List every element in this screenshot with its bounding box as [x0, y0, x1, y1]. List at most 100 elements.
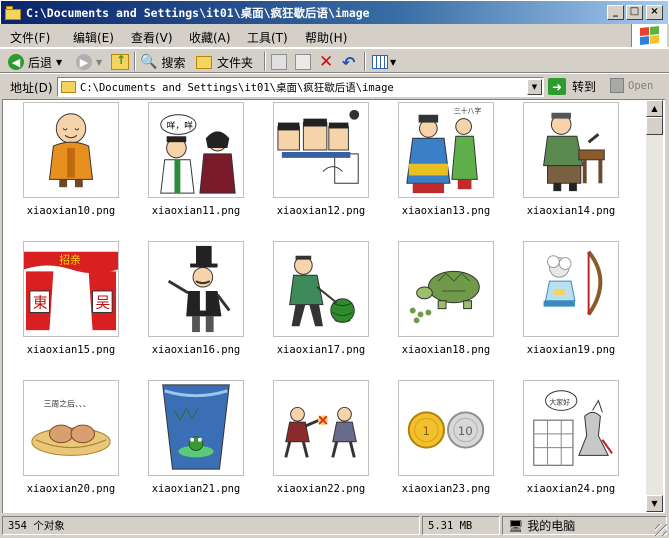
file-name[interactable]: xiaoxian15.png: [3, 344, 139, 356]
vertical-scrollbar[interactable]: ▲ ▼: [646, 100, 663, 512]
file-name[interactable]: xiaoxian18.png: [378, 344, 514, 356]
chevron-down-icon[interactable]: ▼: [96, 58, 102, 67]
file-name[interactable]: xiaoxian10.png: [3, 205, 139, 217]
search-button[interactable]: 🔍 搜索: [140, 52, 185, 72]
file-name[interactable]: xiaoxian12.png: [253, 205, 389, 217]
move-to-button[interactable]: [271, 52, 287, 72]
total-size: 5.31 MB: [422, 516, 500, 535]
close-button[interactable]: ×: [646, 5, 663, 20]
resize-grip[interactable]: [655, 524, 667, 536]
file-name[interactable]: xiaoxian13.png: [378, 205, 514, 217]
title-bar[interactable]: C:\Documents and Settings\it01\桌面\疯狂歇后语\…: [0, 0, 669, 24]
scroll-down-button[interactable]: ▼: [646, 495, 663, 512]
copy-to-button[interactable]: [295, 52, 311, 72]
file-name[interactable]: xiaoxian22.png: [253, 483, 389, 495]
file-name[interactable]: xiaoxian23.png: [378, 483, 514, 495]
svg-text:大家好: 大家好: [549, 398, 570, 407]
svg-text:東: 東: [33, 295, 48, 312]
file-item[interactable]: 三周之后、、、 xiaoxian20.png: [3, 380, 128, 510]
file-item[interactable]: xiaoxian10.png: [3, 102, 128, 232]
location-panel: 🖥 我的电脑: [502, 516, 667, 535]
file-item[interactable]: 三十八字 xiaoxian13.png: [378, 102, 503, 232]
file-name[interactable]: xiaoxian17.png: [253, 344, 389, 356]
svg-text:10: 10: [458, 424, 473, 438]
file-name[interactable]: xiaoxian24.png: [503, 483, 639, 495]
views-icon: [372, 55, 388, 69]
file-view[interactable]: xiaoxian10.png 咩，咩 xiaoxian11.png xiaoxian1…: [2, 99, 665, 513]
back-button[interactable]: ◀ 后退 ▼: [8, 52, 62, 72]
file-name[interactable]: xiaoxian11.png: [128, 205, 264, 217]
copy-to-icon: [295, 54, 311, 70]
file-item[interactable]: 招亲東吴 xiaoxian15.png: [3, 241, 128, 371]
svg-text:招亲: 招亲: [59, 254, 81, 267]
window-title: C:\Documents and Settings\it01\桌面\疯狂歇后语\…: [26, 5, 370, 20]
file-thumbnail[interactable]: 招亲東 吴: [23, 241, 119, 337]
file-item[interactable]: xiaoxian12.png: [253, 102, 378, 232]
undo-button[interactable]: ↶: [342, 52, 355, 72]
views-button[interactable]: ▼: [372, 52, 396, 72]
delete-button[interactable]: ✕: [319, 52, 333, 72]
file-item[interactable]: xiaoxian19.png: [503, 241, 628, 371]
chevron-down-icon[interactable]: ▼: [390, 58, 396, 67]
maximize-button[interactable]: □: [626, 5, 643, 20]
file-item[interactable]: xiaoxian14.png: [503, 102, 628, 232]
file-item[interactable]: 咩，咩 xiaoxian11.png: [128, 102, 253, 232]
file-item[interactable]: xiaoxian17.png: [253, 241, 378, 371]
svg-text:三十八字: 三十八字: [454, 106, 482, 115]
menu-bar: 文件(F) 编辑(E) 查看(V) 收藏(A) 工具(T) 帮助(H): [0, 24, 669, 48]
delete-x-icon: ✕: [319, 52, 334, 72]
svg-text:咩，咩: 咩，咩: [167, 119, 194, 131]
folders-button[interactable]: 文件夹: [196, 52, 253, 72]
file-item[interactable]: xiaoxian22.png: [253, 380, 378, 510]
file-thumbnail[interactable]: 大家好: [523, 380, 619, 476]
windows-flag-icon: [639, 25, 660, 45]
file-item[interactable]: 大家好 xiaoxian24.png: [503, 380, 628, 510]
minimize-button[interactable]: _: [607, 5, 624, 20]
menu-help[interactable]: 帮助(H): [305, 29, 347, 46]
file-thumbnail[interactable]: [148, 241, 244, 337]
svg-text:1: 1: [423, 424, 430, 438]
file-item[interactable]: xiaoxian18.png: [378, 241, 503, 371]
file-item[interactable]: 1 10 xiaoxian23.png: [378, 380, 503, 510]
file-name[interactable]: xiaoxian14.png: [503, 205, 639, 217]
svg-text:吴: 吴: [95, 295, 110, 312]
file-thumbnail[interactable]: 1 10: [398, 380, 494, 476]
menu-view[interactable]: 查看(V): [131, 29, 173, 46]
file-name[interactable]: xiaoxian21.png: [128, 483, 264, 495]
file-thumbnail[interactable]: [273, 241, 369, 337]
address-value: C:\Documents and Settings\it01\桌面\疯狂歇后语\…: [80, 81, 394, 94]
chevron-down-icon[interactable]: ▼: [56, 58, 62, 67]
go-button[interactable]: ➜ 转到: [548, 78, 596, 95]
file-thumbnail[interactable]: [148, 380, 244, 476]
menu-file[interactable]: 文件(F): [10, 29, 50, 46]
file-item[interactable]: xiaoxian21.png: [128, 380, 253, 510]
search-icon: 🔍: [140, 54, 158, 70]
forward-button[interactable]: ▶ ▼: [76, 52, 102, 72]
scroll-up-button[interactable]: ▲: [646, 100, 663, 117]
file-thumbnail[interactable]: [23, 102, 119, 198]
open-button[interactable]: Open: [610, 78, 653, 93]
file-thumbnail[interactable]: 咩，咩: [148, 102, 244, 198]
file-thumbnail[interactable]: 三周之后、、、: [23, 380, 119, 476]
file-item[interactable]: xiaoxian16.png: [128, 241, 253, 371]
computer-icon: 🖥: [508, 518, 524, 533]
folder-up-icon: ↑: [111, 53, 129, 70]
file-thumbnail[interactable]: [273, 102, 369, 198]
status-bar: 354 个对象 5.31 MB 🖥 我的电脑: [0, 513, 669, 538]
menu-edit[interactable]: 编辑(E): [73, 29, 114, 46]
address-dropdown-button[interactable]: ▼: [527, 79, 542, 95]
file-thumbnail[interactable]: [398, 241, 494, 337]
file-name[interactable]: xiaoxian16.png: [128, 344, 264, 356]
scroll-thumb[interactable]: [646, 117, 663, 135]
menu-tools[interactable]: 工具(T): [247, 29, 288, 46]
file-name[interactable]: xiaoxian19.png: [503, 344, 639, 356]
file-name[interactable]: xiaoxian20.png: [3, 483, 139, 495]
file-thumbnail[interactable]: 三十八字: [398, 102, 494, 198]
object-count: 354 个对象: [2, 516, 420, 535]
menu-favorites[interactable]: 收藏(A): [189, 29, 231, 46]
address-input[interactable]: C:\Documents and Settings\it01\桌面\疯狂歇后语\…: [57, 77, 544, 97]
up-folder-button[interactable]: ↑: [111, 52, 129, 72]
file-thumbnail[interactable]: [273, 380, 369, 476]
file-thumbnail[interactable]: [523, 102, 619, 198]
file-thumbnail[interactable]: [523, 241, 619, 337]
